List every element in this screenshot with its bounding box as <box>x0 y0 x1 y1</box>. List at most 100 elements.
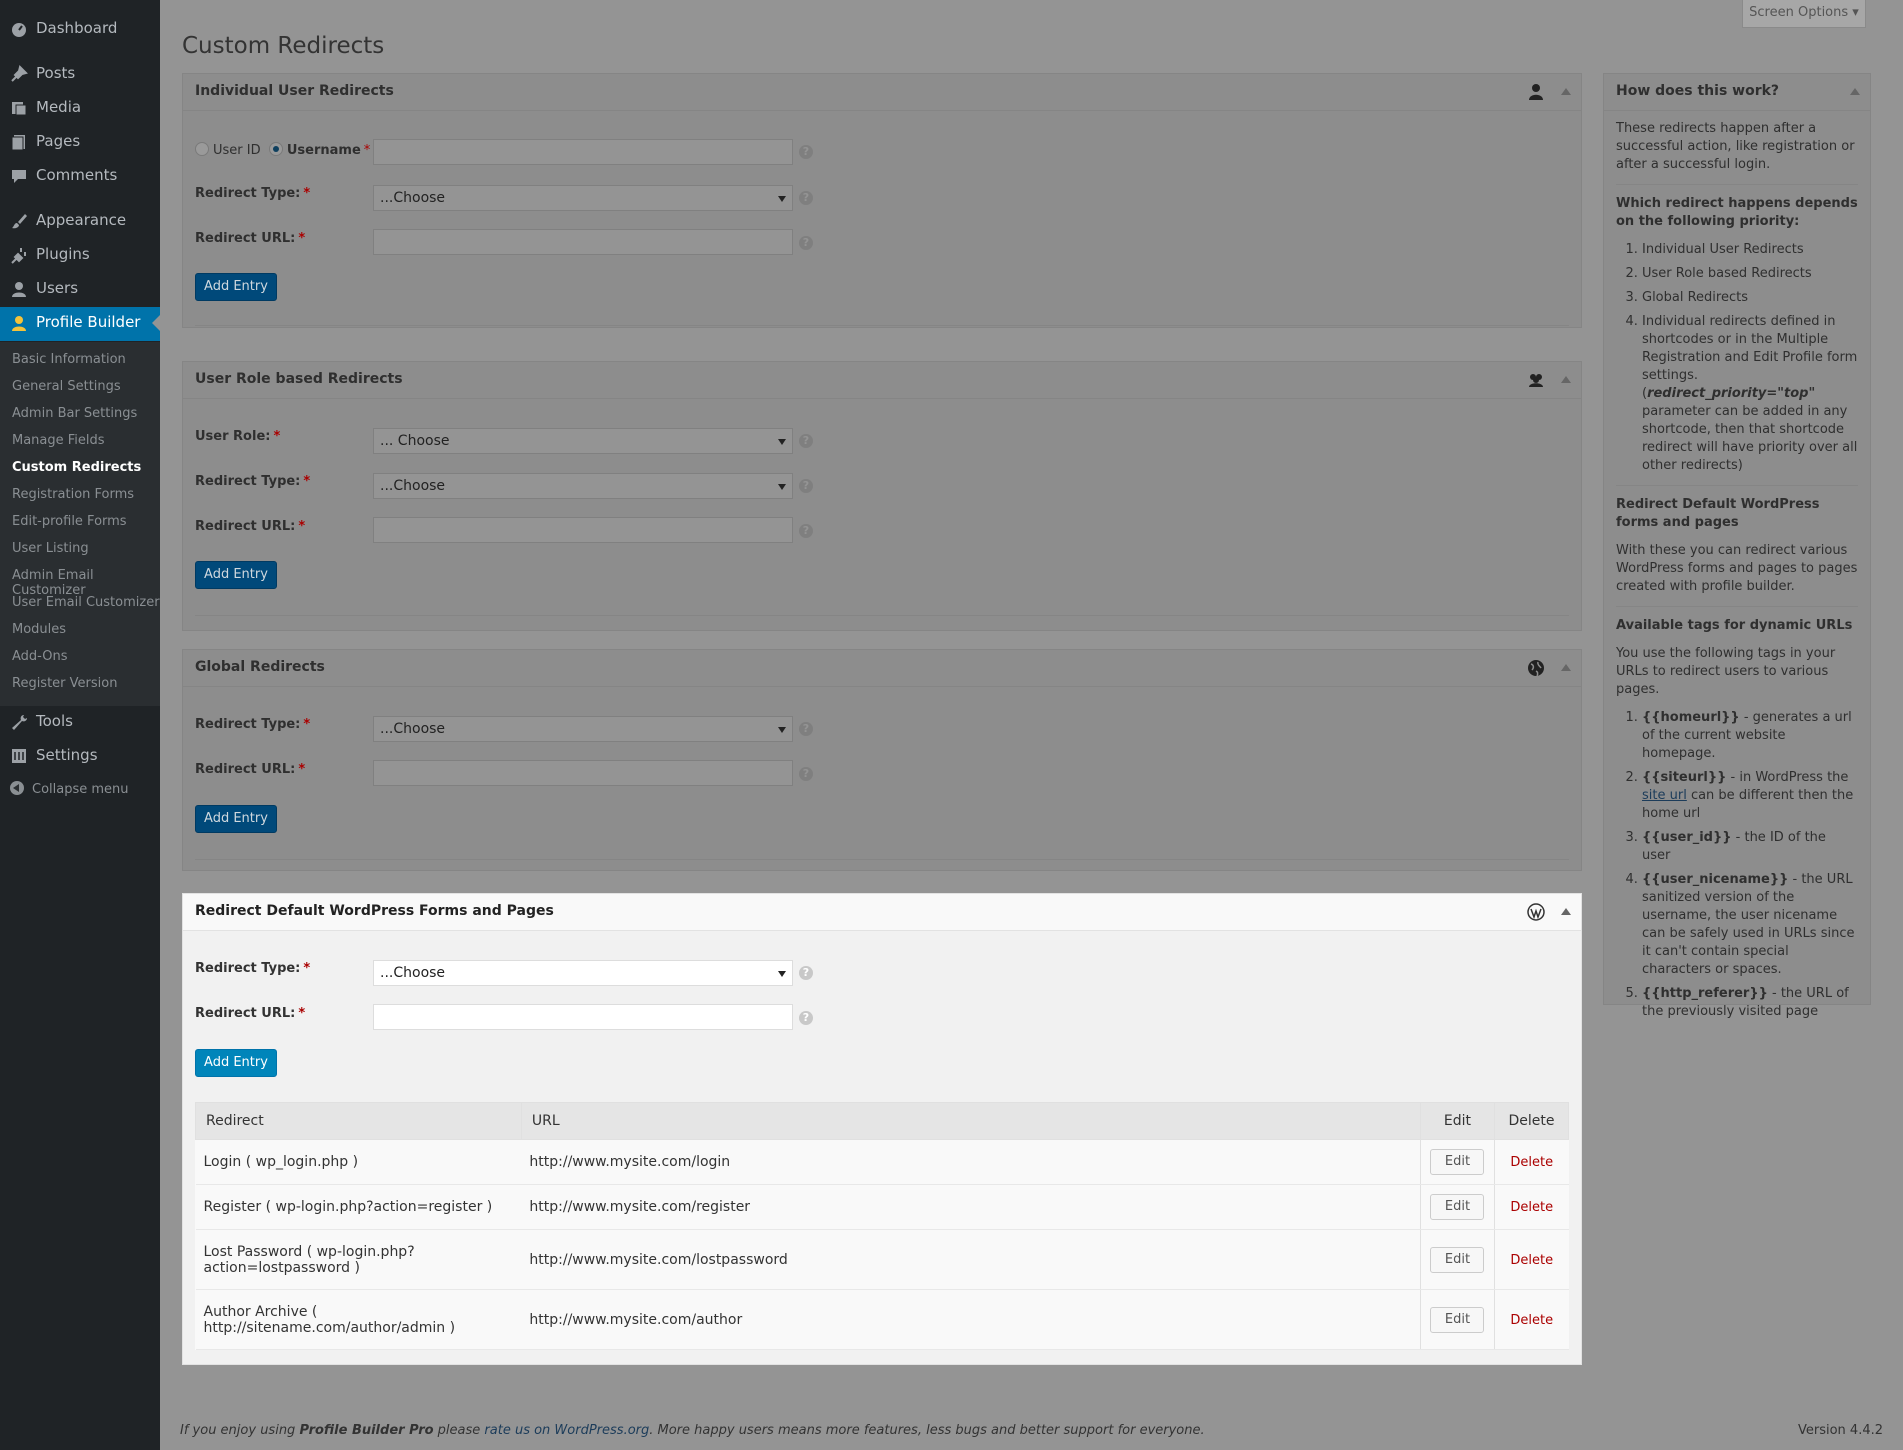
help-icon[interactable]: ? <box>799 191 813 205</box>
redirect-cell: Login ( wp_login.php ) <box>195 1139 522 1185</box>
redirect-type-label: Redirect Type: * <box>195 186 311 201</box>
add-entry-button[interactable]: Add Entry <box>195 273 277 301</box>
submenu-item[interactable]: Registration Forms <box>12 487 134 502</box>
help-icon[interactable]: ? <box>799 767 813 781</box>
help-heading: Available tags for dynamic URLs <box>1616 618 1853 633</box>
submenu-item[interactable]: General Settings <box>12 379 121 394</box>
collapse-menu-button[interactable]: Collapse menu <box>10 781 129 797</box>
collapse-toggle-icon[interactable] <box>1561 664 1571 671</box>
username-input[interactable] <box>373 139 793 165</box>
help-icon[interactable]: ? <box>799 434 813 448</box>
screen-options-label: Screen Options <box>1749 5 1849 20</box>
box-header[interactable]: Individual User Redirects <box>183 74 1581 111</box>
help-icon[interactable]: ? <box>799 145 813 159</box>
help-icon[interactable]: ? <box>799 1011 813 1025</box>
box-header[interactable]: Redirect Default WordPress Forms and Pag… <box>183 894 1581 931</box>
help-icon[interactable]: ? <box>799 479 813 493</box>
menu-item-tools[interactable]: Tools <box>0 706 160 738</box>
delete-link[interactable]: Delete <box>1510 1155 1553 1170</box>
add-entry-button[interactable]: Add Entry <box>195 561 277 589</box>
delete-cell: Delete <box>1493 1289 1569 1350</box>
screen-options-button[interactable]: Screen Options ▾ <box>1742 0 1866 28</box>
menu-item-settings[interactable]: Settings <box>0 740 160 772</box>
box-title: Individual User Redirects <box>195 83 394 99</box>
menu-label: Pages <box>36 132 81 150</box>
rate-us-link[interactable]: rate us on WordPress.org <box>484 1423 649 1438</box>
column-header-delete: Delete <box>1493 1102 1570 1140</box>
delete-link[interactable]: Delete <box>1510 1313 1553 1328</box>
submenu-item[interactable]: Basic Information <box>12 352 126 367</box>
menu-item-posts[interactable]: Posts <box>0 58 160 90</box>
box-header[interactable]: User Role based Redirects <box>183 362 1581 399</box>
submenu-item[interactable]: Admin Email Customizer <box>12 568 160 598</box>
help-heading: Redirect Default WordPress forms and pag… <box>1616 497 1820 530</box>
help-icon[interactable]: ? <box>799 966 813 980</box>
user-role-select[interactable]: ... Choose <box>373 428 793 454</box>
delete-link[interactable]: Delete <box>1510 1253 1553 1268</box>
submenu-item[interactable]: Modules <box>12 622 66 637</box>
box-header[interactable]: Global Redirects <box>183 650 1581 687</box>
menu-item-comments[interactable]: Comments <box>0 160 160 192</box>
menu-item-dashboard[interactable]: Dashboard <box>0 13 160 45</box>
table-row: Lost Password ( wp-login.php? action=los… <box>195 1229 1569 1290</box>
submenu-item-current[interactable]: Custom Redirects <box>12 460 141 475</box>
edit-cell: Edit <box>1420 1229 1495 1290</box>
help-icon[interactable]: ? <box>799 236 813 250</box>
submenu-item[interactable]: Register Version <box>12 676 117 691</box>
profile-icon <box>12 316 26 331</box>
collapse-icon <box>10 781 24 795</box>
help-icon[interactable]: ? <box>799 722 813 736</box>
role-redirects-box: User Role based Redirects User Role: * ..… <box>182 361 1582 631</box>
user-id-radio[interactable] <box>195 142 209 156</box>
dropdown-arrow-icon <box>778 439 786 445</box>
box-header[interactable]: How does this work? <box>1604 74 1870 111</box>
global-redirects-box: Global Redirects Redirect Type: * ...Choo… <box>182 649 1582 871</box>
submenu-item[interactable]: Admin Bar Settings <box>12 406 137 421</box>
menu-item-media[interactable]: Media <box>0 92 160 124</box>
redirect-url-input[interactable] <box>373 1004 793 1030</box>
add-entry-button[interactable]: Add Entry <box>195 1049 277 1077</box>
redirect-type-select[interactable]: ...Choose <box>373 716 793 742</box>
edit-button[interactable]: Edit <box>1430 1246 1485 1273</box>
redirect-url-input[interactable] <box>373 517 793 543</box>
username-radio[interactable] <box>268 142 283 156</box>
menu-item-users[interactable]: Users <box>0 273 160 305</box>
menu-item-appearance[interactable]: Appearance <box>0 205 160 237</box>
submenu-item[interactable]: User Listing <box>12 541 89 556</box>
column-header-redirect: Redirect <box>195 1102 522 1140</box>
help-content: These redirects happen after a successfu… <box>1616 120 1858 1031</box>
menu-label: Media <box>36 98 82 116</box>
redirect-url-input[interactable] <box>373 760 793 786</box>
redirect-url-label: Redirect URL: * <box>195 519 306 534</box>
admin-footer-text: If you enjoy using Profile Builder Pro p… <box>180 1423 1205 1438</box>
settings-icon <box>12 749 26 763</box>
collapse-toggle-icon[interactable] <box>1561 88 1571 95</box>
collapse-toggle-icon[interactable] <box>1850 88 1860 95</box>
delete-link[interactable]: Delete <box>1510 1200 1553 1215</box>
site-url-link[interactable]: site url <box>1642 788 1687 803</box>
radio-label: User ID <box>213 143 261 158</box>
redirect-url-input[interactable] <box>373 229 793 255</box>
menu-item-pages[interactable]: Pages <box>0 126 160 158</box>
collapse-toggle-icon[interactable] <box>1561 908 1571 915</box>
menu-item-plugins[interactable]: Plugins <box>0 239 160 271</box>
list-item: {{user_nicename}} - the URL sanitized ve… <box>1642 871 1858 979</box>
edit-button[interactable]: Edit <box>1430 1194 1485 1220</box>
redirect-type-select[interactable]: ...Choose <box>373 185 793 211</box>
submenu-item[interactable]: Edit-profile Forms <box>12 514 127 529</box>
help-icon[interactable]: ? <box>799 524 813 538</box>
column-header-url: URL <box>520 1102 1422 1140</box>
select-value: ...Choose <box>380 721 446 737</box>
submenu-item[interactable]: Manage Fields <box>12 433 105 448</box>
submenu-item[interactable]: Add-Ons <box>12 649 67 664</box>
add-entry-button[interactable]: Add Entry <box>195 805 277 833</box>
edit-button[interactable]: Edit <box>1430 1149 1485 1175</box>
collapse-toggle-icon[interactable] <box>1561 376 1571 383</box>
redirect-type-select[interactable]: ...Choose <box>373 960 793 986</box>
dropdown-arrow-icon <box>778 971 786 977</box>
redirect-type-select[interactable]: ...Choose <box>373 473 793 499</box>
menu-item-profile-builder[interactable]: Profile Builder <box>0 307 160 341</box>
edit-button[interactable]: Edit <box>1430 1306 1485 1333</box>
submenu-item[interactable]: User Email Customizer <box>12 595 160 610</box>
edit-cell: Edit <box>1420 1184 1495 1230</box>
